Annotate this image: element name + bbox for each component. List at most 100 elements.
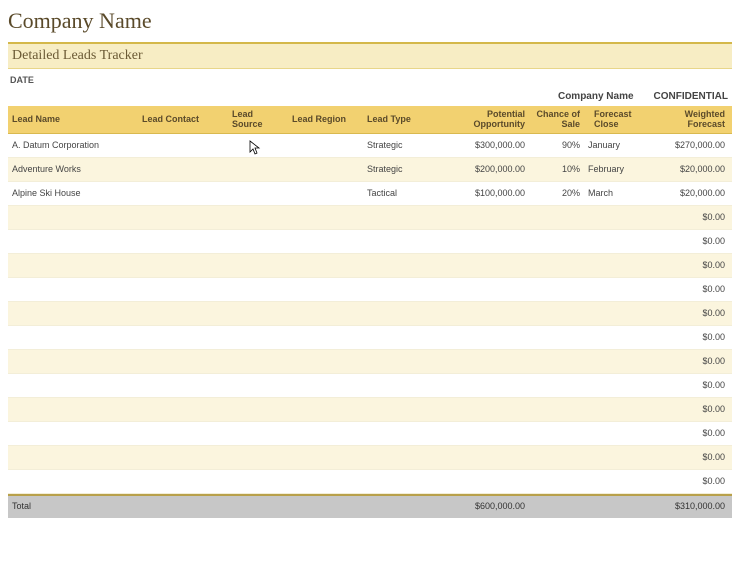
cell-lead-type	[363, 312, 431, 316]
cell-chance: 10%	[529, 163, 584, 177]
table-row: $0.00	[8, 206, 732, 230]
cell-lead-type	[363, 336, 431, 340]
cell-lead-name: Adventure Works	[8, 163, 138, 177]
cell-lead-name	[8, 456, 138, 460]
table-row: $0.00	[8, 350, 732, 374]
cell-weighted: $20,000.00	[644, 187, 729, 201]
cell-lead-region	[288, 384, 363, 388]
cell-potential	[431, 264, 529, 268]
cell-forecast	[584, 432, 644, 436]
cell-lead-type	[363, 408, 431, 412]
cell-potential: $100,000.00	[431, 187, 529, 201]
cell-forecast	[584, 216, 644, 220]
col-lead-type: Lead Type	[363, 113, 431, 127]
cell-lead-type	[363, 264, 431, 268]
cell-lead-region	[288, 456, 363, 460]
cell-forecast	[584, 288, 644, 292]
cell-potential	[431, 240, 529, 244]
cell-weighted: $0.00	[644, 451, 729, 465]
cell-lead-name	[8, 480, 138, 484]
col-potential: Potential Opportunity	[431, 108, 529, 132]
cell-lead-region	[288, 168, 363, 172]
cell-chance	[529, 264, 584, 268]
cell-weighted: $270,000.00	[644, 139, 729, 153]
table-row: $0.00	[8, 398, 732, 422]
cell-lead-contact	[138, 144, 228, 148]
cell-lead-name	[8, 312, 138, 316]
cell-lead-name: A. Datum Corporation	[8, 139, 138, 153]
cell-potential	[431, 216, 529, 220]
cell-weighted: $0.00	[644, 379, 729, 393]
cell-potential	[431, 432, 529, 436]
table-row: $0.00	[8, 302, 732, 326]
cell-chance	[529, 408, 584, 412]
cell-weighted: $0.00	[644, 475, 729, 489]
cell-lead-type	[363, 360, 431, 364]
cell-lead-contact	[138, 336, 228, 340]
table-row: $0.00	[8, 446, 732, 470]
cell-forecast	[584, 264, 644, 268]
cell-lead-contact	[138, 480, 228, 484]
col-lead-contact: Lead Contact	[138, 113, 228, 127]
cell-lead-contact	[138, 240, 228, 244]
cell-lead-region	[288, 288, 363, 292]
cell-forecast	[584, 360, 644, 364]
cell-chance	[529, 480, 584, 484]
cell-lead-name	[8, 240, 138, 244]
table-body: A. Datum CorporationStrategic$300,000.00…	[8, 134, 732, 494]
cell-weighted: $20,000.00	[644, 163, 729, 177]
cell-lead-contact	[138, 432, 228, 436]
cell-lead-contact	[138, 192, 228, 196]
cell-chance	[529, 432, 584, 436]
cell-lead-region	[288, 192, 363, 196]
cell-lead-region	[288, 264, 363, 268]
cell-lead-region	[288, 360, 363, 364]
cell-lead-type: Strategic	[363, 163, 431, 177]
col-lead-region: Lead Region	[288, 113, 363, 127]
cell-lead-name	[8, 408, 138, 412]
cell-lead-source	[228, 408, 288, 412]
cell-potential: $200,000.00	[431, 163, 529, 177]
cell-lead-name	[8, 432, 138, 436]
cell-lead-name	[8, 336, 138, 340]
cell-lead-contact	[138, 408, 228, 412]
cell-forecast: January	[584, 139, 644, 153]
cell-lead-type	[363, 240, 431, 244]
cell-forecast	[584, 408, 644, 412]
cell-forecast: February	[584, 163, 644, 177]
cell-forecast: March	[584, 187, 644, 201]
cell-lead-region	[288, 480, 363, 484]
cell-lead-contact	[138, 168, 228, 172]
table-row: Alpine Ski HouseTactical$100,000.0020%Ma…	[8, 182, 732, 206]
cell-lead-contact	[138, 456, 228, 460]
col-chance: Chance of Sale	[529, 108, 584, 132]
cell-lead-type	[363, 216, 431, 220]
cell-forecast	[584, 384, 644, 388]
cell-forecast	[584, 312, 644, 316]
cell-lead-source	[228, 144, 288, 148]
meta-company: Company Name	[558, 91, 634, 102]
cell-potential	[431, 288, 529, 292]
cell-lead-contact	[138, 216, 228, 220]
cell-chance	[529, 240, 584, 244]
table-row: $0.00	[8, 470, 732, 494]
cell-forecast	[584, 336, 644, 340]
cell-weighted: $0.00	[644, 283, 729, 297]
cell-lead-type	[363, 384, 431, 388]
cell-forecast	[584, 240, 644, 244]
cell-lead-source	[228, 240, 288, 244]
cell-lead-type: Strategic	[363, 139, 431, 153]
table-row: Adventure Works Strategic$200,000.0010%Fe…	[8, 158, 732, 182]
date-label: DATE	[8, 71, 732, 87]
cell-lead-contact	[138, 312, 228, 316]
cell-weighted: $0.00	[644, 355, 729, 369]
leads-table: Lead Name Lead Contact Lead Source Lead …	[8, 106, 732, 518]
total-label: Total	[8, 500, 138, 514]
cell-lead-region	[288, 432, 363, 436]
cell-lead-type	[363, 432, 431, 436]
cell-lead-contact	[138, 384, 228, 388]
cell-chance	[529, 336, 584, 340]
cell-chance: 20%	[529, 187, 584, 201]
col-lead-name: Lead Name	[8, 113, 138, 127]
cell-lead-region	[288, 240, 363, 244]
